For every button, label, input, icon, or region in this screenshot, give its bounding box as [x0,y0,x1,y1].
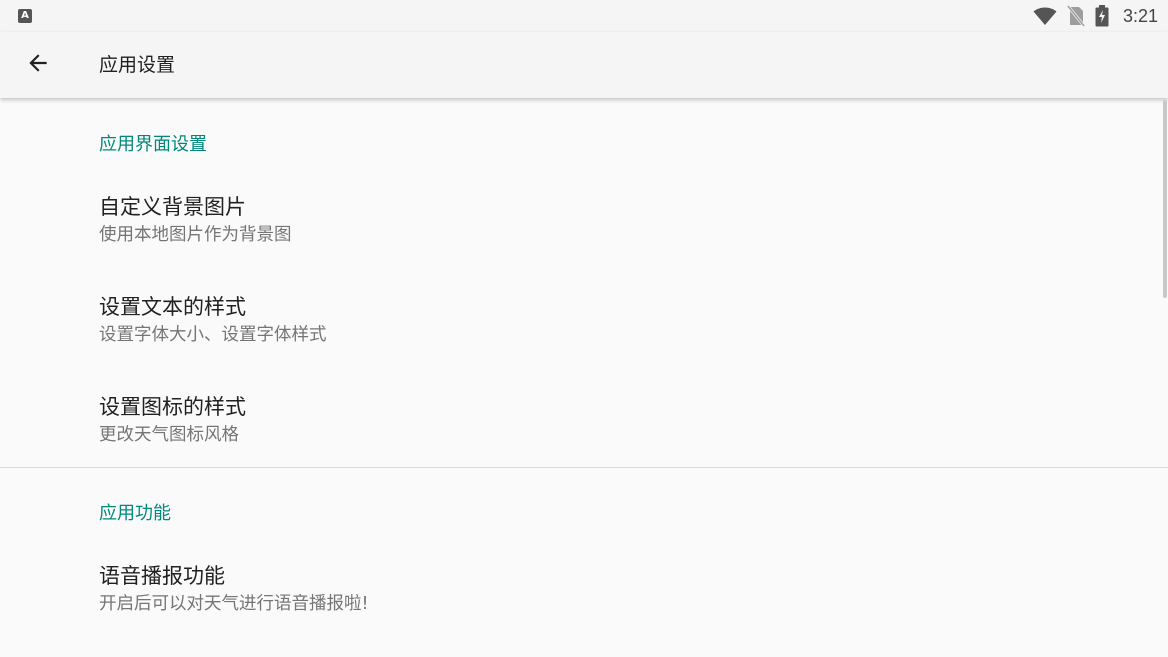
scrollbar[interactable] [1163,100,1167,298]
pref-icon-style[interactable]: 设置图标的样式 更改天气图标风格 [0,393,1168,467]
preferences-list: 应用界面设置 自定义背景图片 使用本地图片作为背景图 设置文本的样式 设置字体大… [0,98,1168,657]
category-title-text: 应用功能 [99,503,171,524]
pref-text-style[interactable]: 设置文本的样式 设置字体大小、设置字体样式 [0,293,1168,393]
pref-summary: 开启后可以对天气进行语音播报啦! [99,594,369,614]
notification-app-icon: A [18,9,32,23]
battery-charging-icon [1095,5,1109,27]
category-title-text: 应用界面设置 [99,134,207,155]
back-button[interactable] [14,41,62,89]
status-time: 3:21 [1122,5,1158,26]
pref-title: 设置图标的样式 [99,395,246,419]
pref-summary: 设置字体大小、设置字体样式 [99,325,327,345]
pref-custom-background[interactable]: 自定义背景图片 使用本地图片作为背景图 [0,193,1168,293]
pref-summary: 更改天气图标风格 [99,425,239,445]
arrow-left-icon [25,50,51,80]
pref-title: 自定义背景图片 [99,195,246,219]
app-toolbar: 应用设置 [0,32,1168,98]
category-title: 应用界面设置 [0,98,1168,193]
status-icons: 3:21 [1033,0,1158,32]
category-app-functions: 应用功能 语音播报功能 开启后可以对天气进行语音播报啦! [0,468,1168,657]
pref-title: 设置文本的样式 [99,295,246,319]
category-title: 应用功能 [0,468,1168,562]
no-sim-icon [1066,5,1085,27]
pref-summary: 使用本地图片作为背景图 [99,225,292,245]
page-title: 应用设置 [99,54,176,76]
category-app-interface: 应用界面设置 自定义背景图片 使用本地图片作为背景图 设置文本的样式 设置字体大… [0,98,1168,467]
status-bar: A 3:21 [0,0,1168,32]
pref-voice-broadcast[interactable]: 语音播报功能 开启后可以对天气进行语音播报啦! [0,562,1168,657]
pref-title: 语音播报功能 [99,564,225,588]
wifi-icon [1033,6,1057,26]
